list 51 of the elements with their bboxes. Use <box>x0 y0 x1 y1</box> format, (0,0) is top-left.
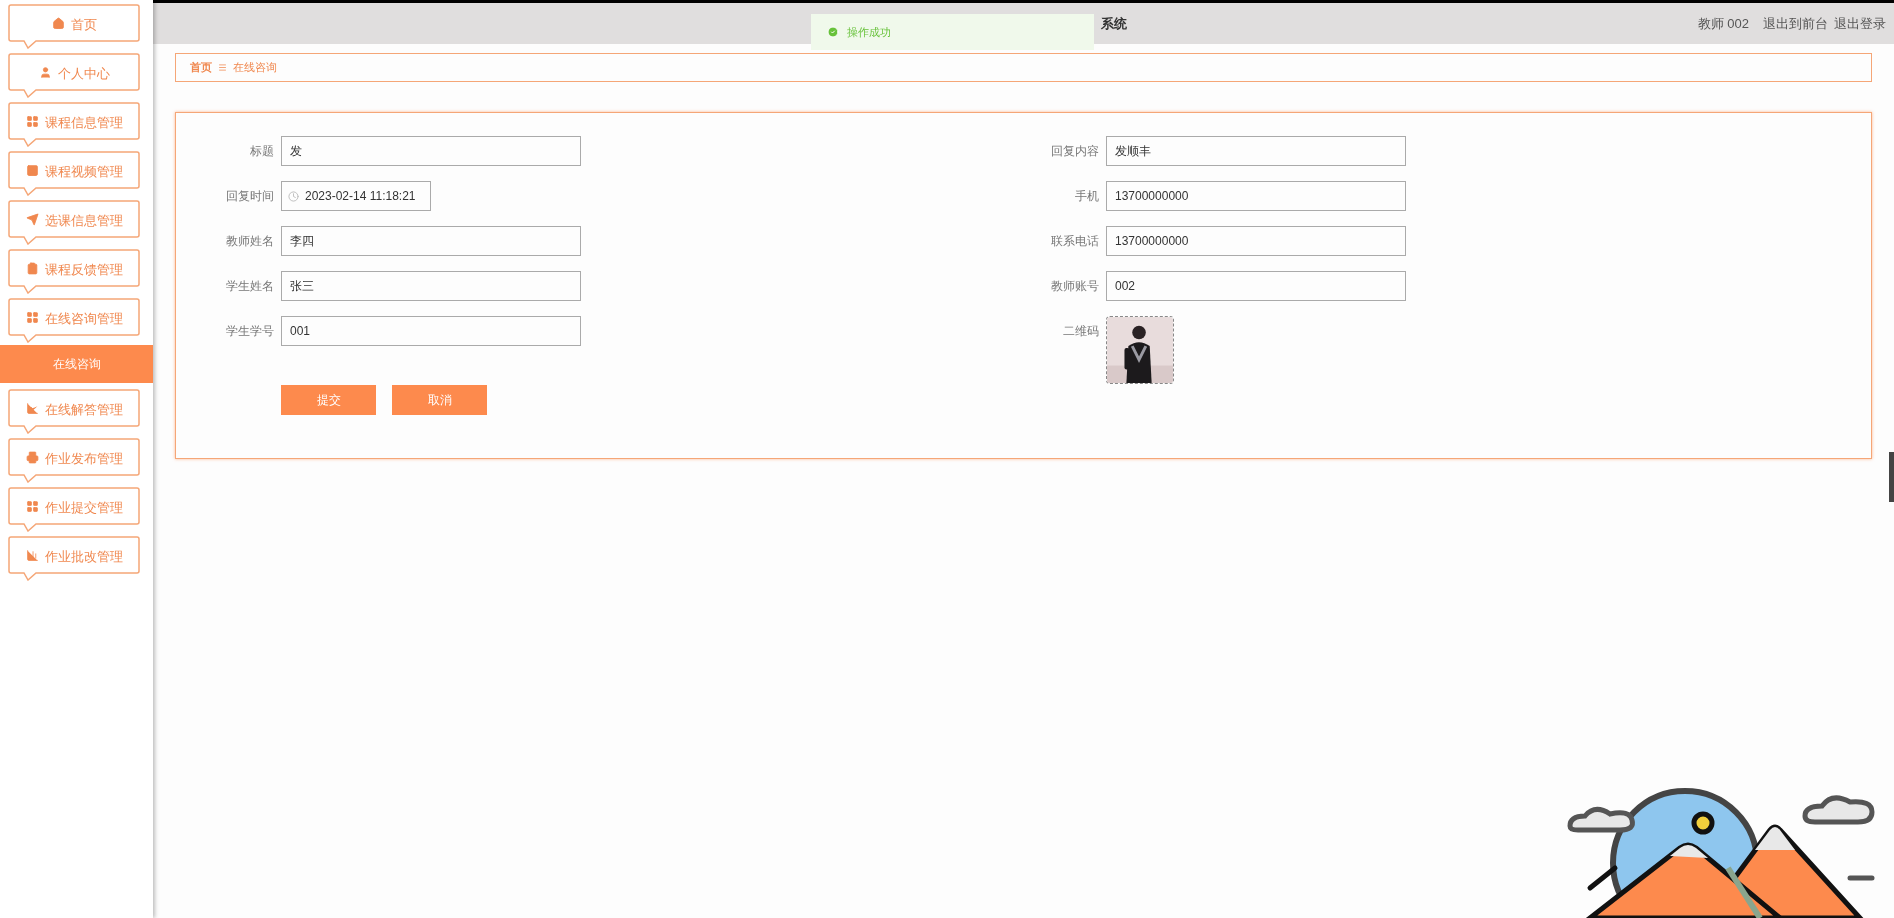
sidebar-item[interactable]: 选课信息管理 <box>8 200 140 245</box>
user-name: 教师 002 <box>1697 14 1749 33</box>
grid-icon <box>25 115 39 128</box>
header-link[interactable]: 退出到前台 <box>1763 13 1828 34</box>
field-label: 教师账号 <box>1050 278 1099 295</box>
paper-plane-icon <box>25 213 39 226</box>
sidebar-subitem[interactable]: 在线咨询 <box>0 345 153 383</box>
text-field[interactable]: 001 <box>281 316 581 346</box>
text-field[interactable]: 13700000000 <box>1106 181 1406 211</box>
header-link[interactable]: 退出登录 <box>1834 13 1886 34</box>
field-label: 回复时间 <box>225 188 274 205</box>
field-label: 二维码 <box>1062 323 1099 340</box>
sidebar-item[interactable]: 作业提交管理 <box>8 487 140 532</box>
field-label: 联系电话 <box>1050 233 1099 250</box>
check-icon <box>827 26 839 38</box>
app-title: 系统 <box>1101 14 1127 33</box>
sidebar-item[interactable]: 首页 <box>8 4 140 49</box>
toast-message: 操作成功 <box>847 24 891 40</box>
text-field[interactable]: 发 <box>281 136 581 166</box>
sidebar-item[interactable]: 课程视频管理 <box>8 151 140 196</box>
separator-icon <box>218 63 227 72</box>
sidebar-item[interactable]: 在线咨询管理 <box>8 298 140 343</box>
field-label: 回复内容 <box>1050 143 1099 160</box>
clipboard-icon <box>25 262 39 275</box>
date-time-field[interactable]: 2023-02-14 11:18:21 <box>281 181 431 211</box>
field-label: 手机 <box>1074 188 1099 205</box>
grid-icon <box>25 311 39 324</box>
sidebar-item[interactable]: 课程反馈管理 <box>8 249 140 294</box>
form-button[interactable]: 提交 <box>281 385 376 415</box>
sidebar-item[interactable]: 作业发布管理 <box>8 438 140 483</box>
field-label: 标题 <box>249 143 274 160</box>
grid-icon <box>25 500 39 513</box>
form-button[interactable]: 取消 <box>392 385 487 415</box>
text-field[interactable]: 002 <box>1106 271 1406 301</box>
home-icon <box>51 17 65 30</box>
scrollbar-thumb[interactable] <box>1889 452 1894 502</box>
user-icon <box>38 66 52 79</box>
sidebar-item[interactable]: 课程信息管理 <box>8 102 140 147</box>
sidebar-item[interactable]: 个人中心 <box>8 53 140 98</box>
sidebar-item[interactable]: 在线解答管理 <box>8 389 140 434</box>
sidebar-item[interactable]: 作业批改管理 <box>8 536 140 581</box>
breadcrumb-link[interactable]: 首页 <box>190 59 212 76</box>
field-label: 学生学号 <box>225 323 274 340</box>
text-field[interactable]: 张三 <box>281 271 581 301</box>
breadcrumb-link[interactable]: 在线咨询 <box>233 59 277 76</box>
field-label: 学生姓名 <box>225 278 274 295</box>
text-field[interactable]: 13700000000 <box>1106 226 1406 256</box>
field-label: 教师姓名 <box>225 233 274 250</box>
text-field[interactable]: 发顺丰 <box>1106 136 1406 166</box>
text-field[interactable]: 李四 <box>281 226 581 256</box>
clock-icon <box>288 190 299 202</box>
